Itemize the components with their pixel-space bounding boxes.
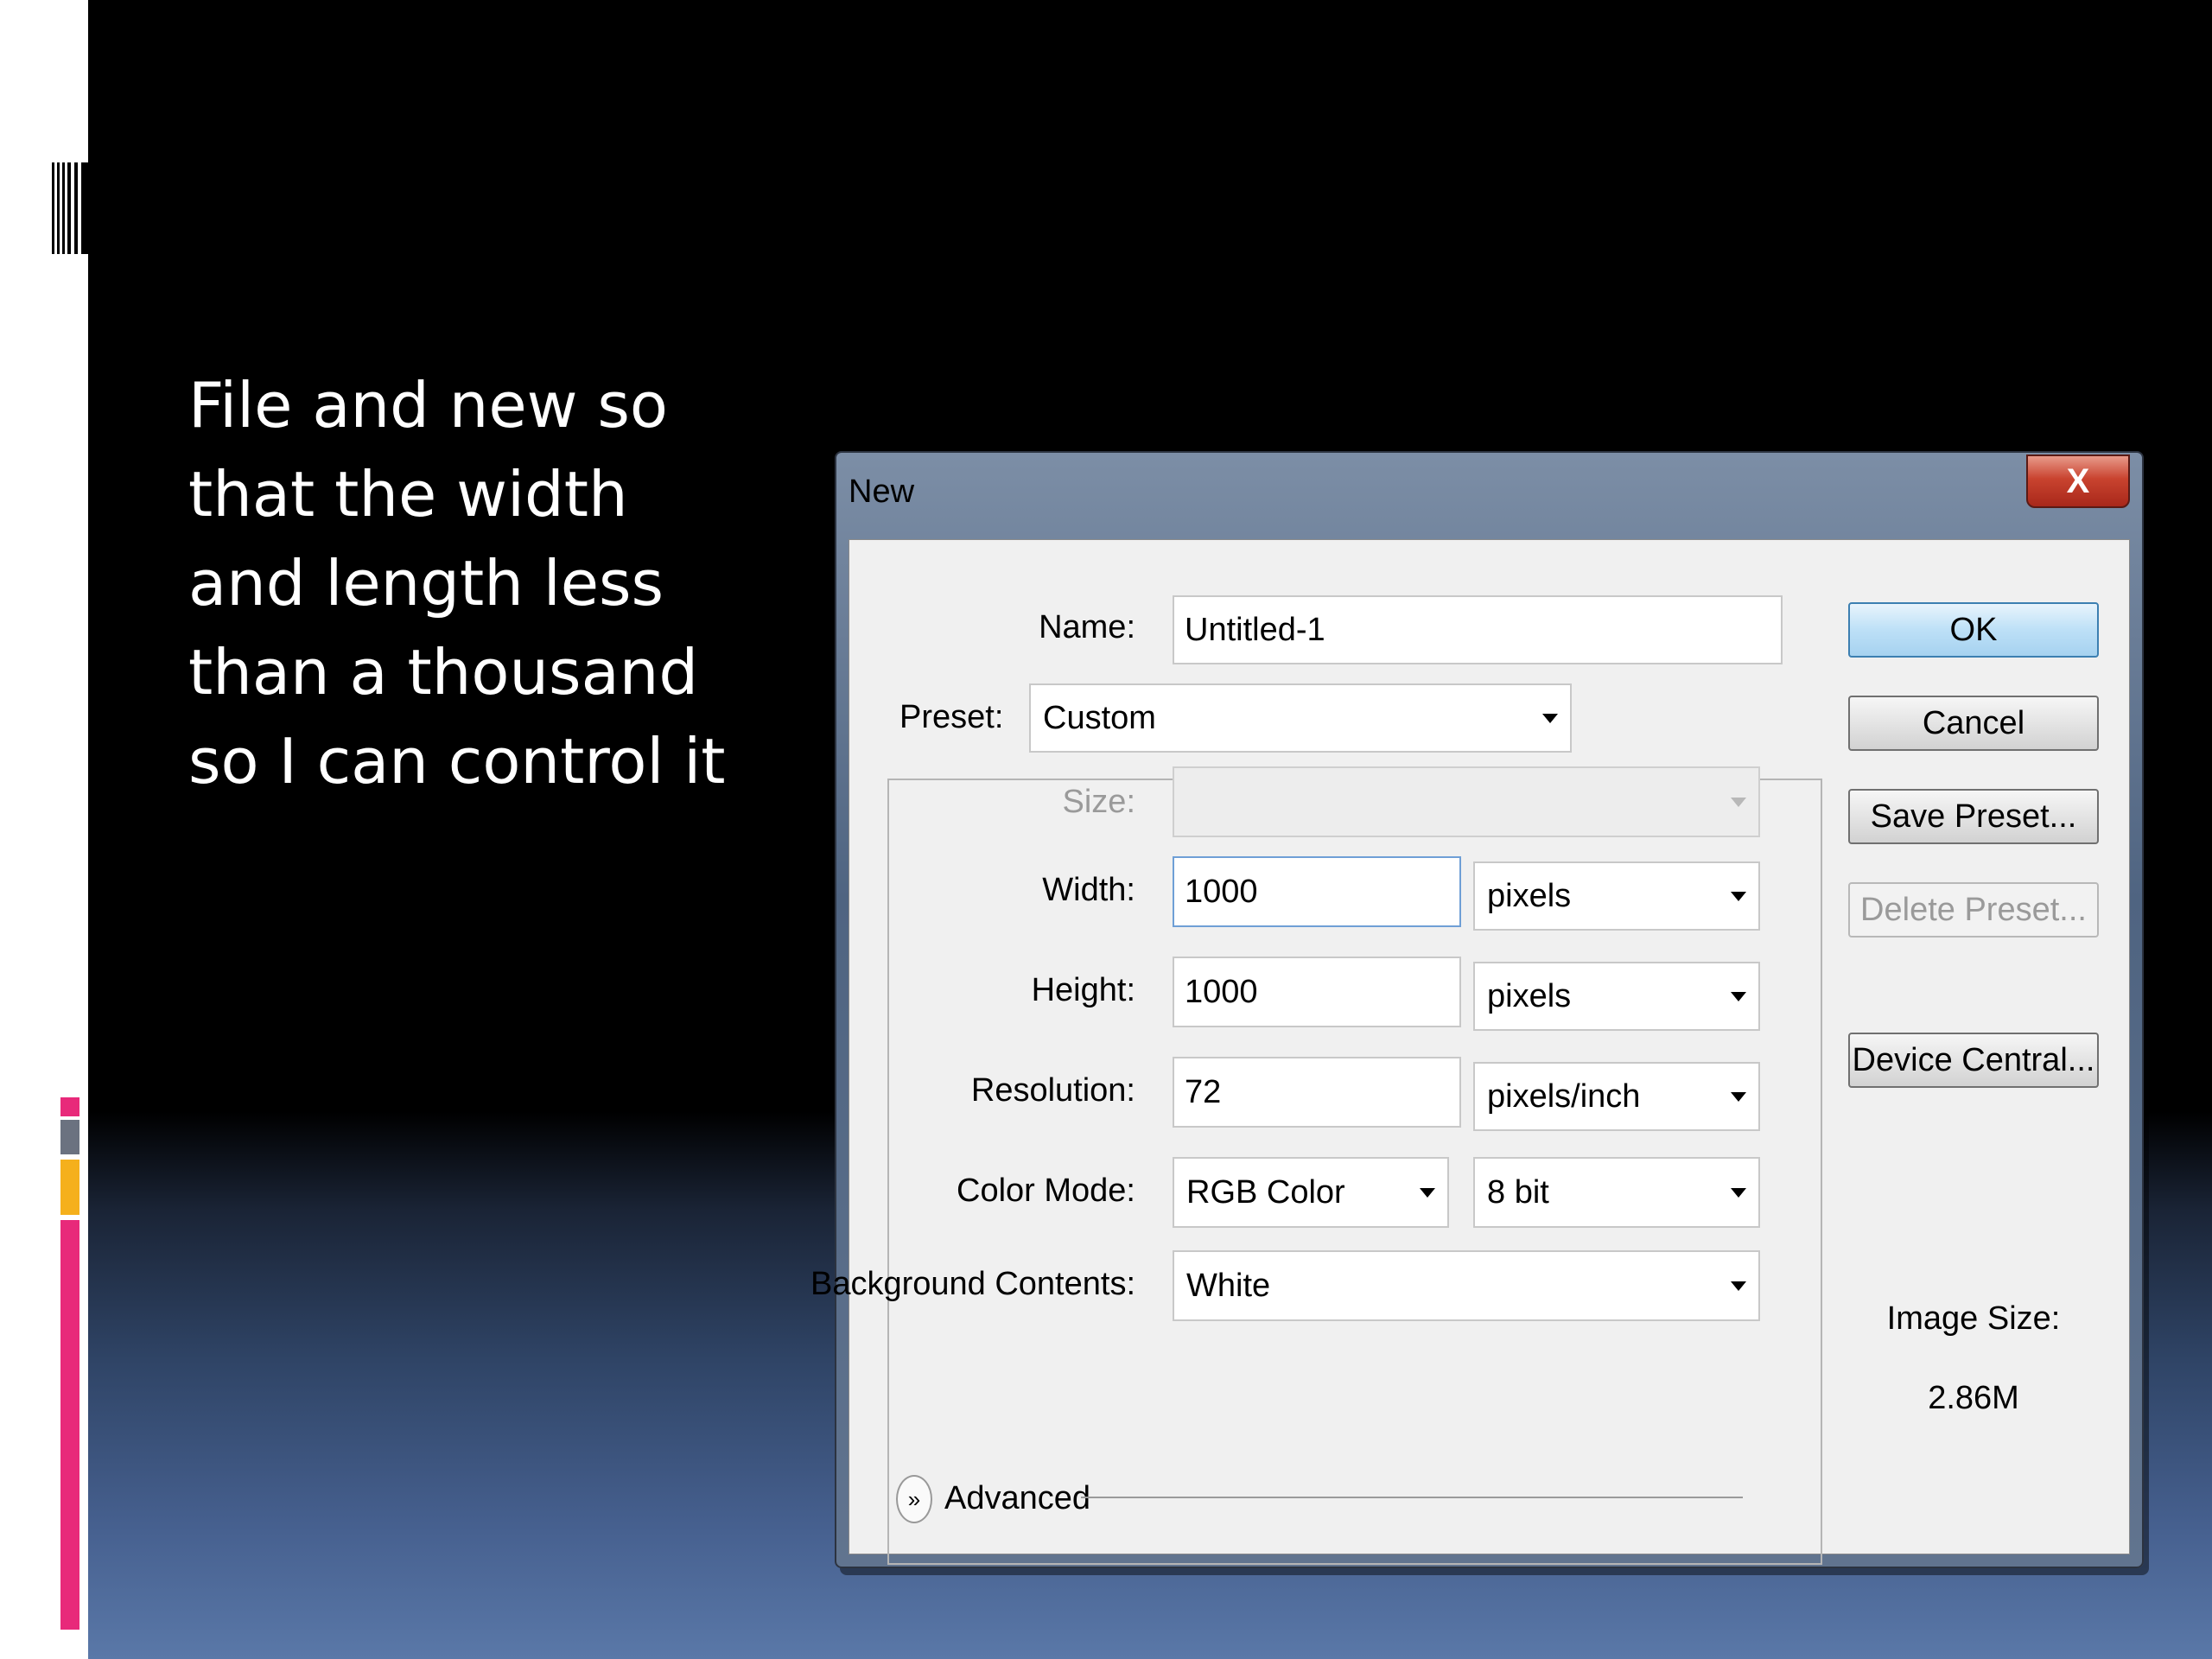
delete-preset-button[interactable]: Delete Preset...	[1848, 882, 2099, 938]
dialog-title: New	[849, 474, 915, 510]
accent-bar-pink	[60, 1220, 79, 1630]
accent-bar-yellow	[60, 1160, 79, 1215]
ok-button[interactable]: OK	[1848, 602, 2099, 658]
cancel-button[interactable]: Cancel	[1848, 696, 2099, 751]
chevron-down-icon	[1731, 892, 1746, 901]
color-mode-value: RGB Color	[1186, 1173, 1345, 1211]
dialog-titlebar[interactable]: New X	[836, 453, 2142, 539]
background-contents-value: White	[1186, 1267, 1271, 1304]
width-unit-select[interactable]: pixels	[1473, 861, 1760, 931]
resolution-unit-value: pixels/inch	[1487, 1077, 1641, 1115]
device-central-button[interactable]: Device Central...	[1848, 1033, 2099, 1088]
image-size-value: 2.86M	[1928, 1380, 2019, 1416]
advanced-divider	[1081, 1497, 1743, 1498]
background-contents-select[interactable]: White	[1173, 1250, 1760, 1321]
size-label: Size:	[1062, 784, 1135, 820]
width-unit-value: pixels	[1487, 877, 1572, 914]
close-icon: X	[2066, 461, 2090, 500]
advanced-label[interactable]: Advanced	[944, 1480, 1090, 1517]
resolution-input[interactable]: 72	[1173, 1057, 1461, 1128]
close-button[interactable]: X	[2026, 454, 2130, 508]
width-input[interactable]: 1000	[1173, 856, 1461, 927]
image-size-label: Image Size:	[1886, 1300, 2061, 1337]
preset-select[interactable]: Custom	[1029, 683, 1572, 753]
name-label: Name:	[1039, 609, 1135, 645]
chevron-down-icon	[1420, 1188, 1435, 1198]
chevron-down-icon	[1731, 1188, 1746, 1198]
height-input[interactable]: 1000	[1173, 957, 1461, 1027]
accent-bar-gray	[60, 1120, 79, 1154]
height-label: Height:	[1031, 972, 1135, 1008]
background-contents-label: Background Contents:	[810, 1266, 1135, 1302]
color-mode-select[interactable]: RGB Color	[1173, 1157, 1449, 1228]
resolution-unit-select[interactable]: pixels/inch	[1473, 1062, 1760, 1131]
save-preset-button[interactable]: Save Preset...	[1848, 789, 2099, 844]
name-input[interactable]: Untitled-1	[1173, 595, 1783, 664]
advanced-toggle-icon[interactable]: »	[896, 1475, 932, 1523]
width-label: Width:	[1042, 872, 1135, 908]
color-mode-label: Color Mode:	[957, 1173, 1135, 1209]
chevron-down-icon	[1731, 798, 1746, 807]
dialog-client-area: Name: Untitled-1 Preset: Custom Size: Wi…	[810, 539, 2130, 1565]
preset-label: Preset:	[899, 699, 1011, 736]
resolution-label: Resolution:	[970, 1072, 1135, 1109]
size-select[interactable]	[1173, 766, 1760, 837]
new-document-dialog: New X Name: Untitled-1 Preset: Custom Si…	[810, 451, 2144, 1568]
chevron-down-icon	[1731, 1281, 1746, 1291]
preset-value: Custom	[1043, 699, 1156, 736]
bit-depth-value: 8 bit	[1487, 1173, 1549, 1211]
height-unit-value: pixels	[1487, 977, 1572, 1014]
slide-body-text: File and new so that the width and lengt…	[188, 369, 726, 798]
chevron-down-icon	[1542, 714, 1558, 723]
slide-corner-mark	[52, 162, 88, 254]
chevron-down-icon	[1731, 1092, 1746, 1102]
chevron-down-icon	[1731, 992, 1746, 1001]
accent-bar-pink-top	[60, 1097, 79, 1116]
bit-depth-select[interactable]: 8 bit	[1473, 1157, 1760, 1228]
height-unit-select[interactable]: pixels	[1473, 962, 1760, 1031]
